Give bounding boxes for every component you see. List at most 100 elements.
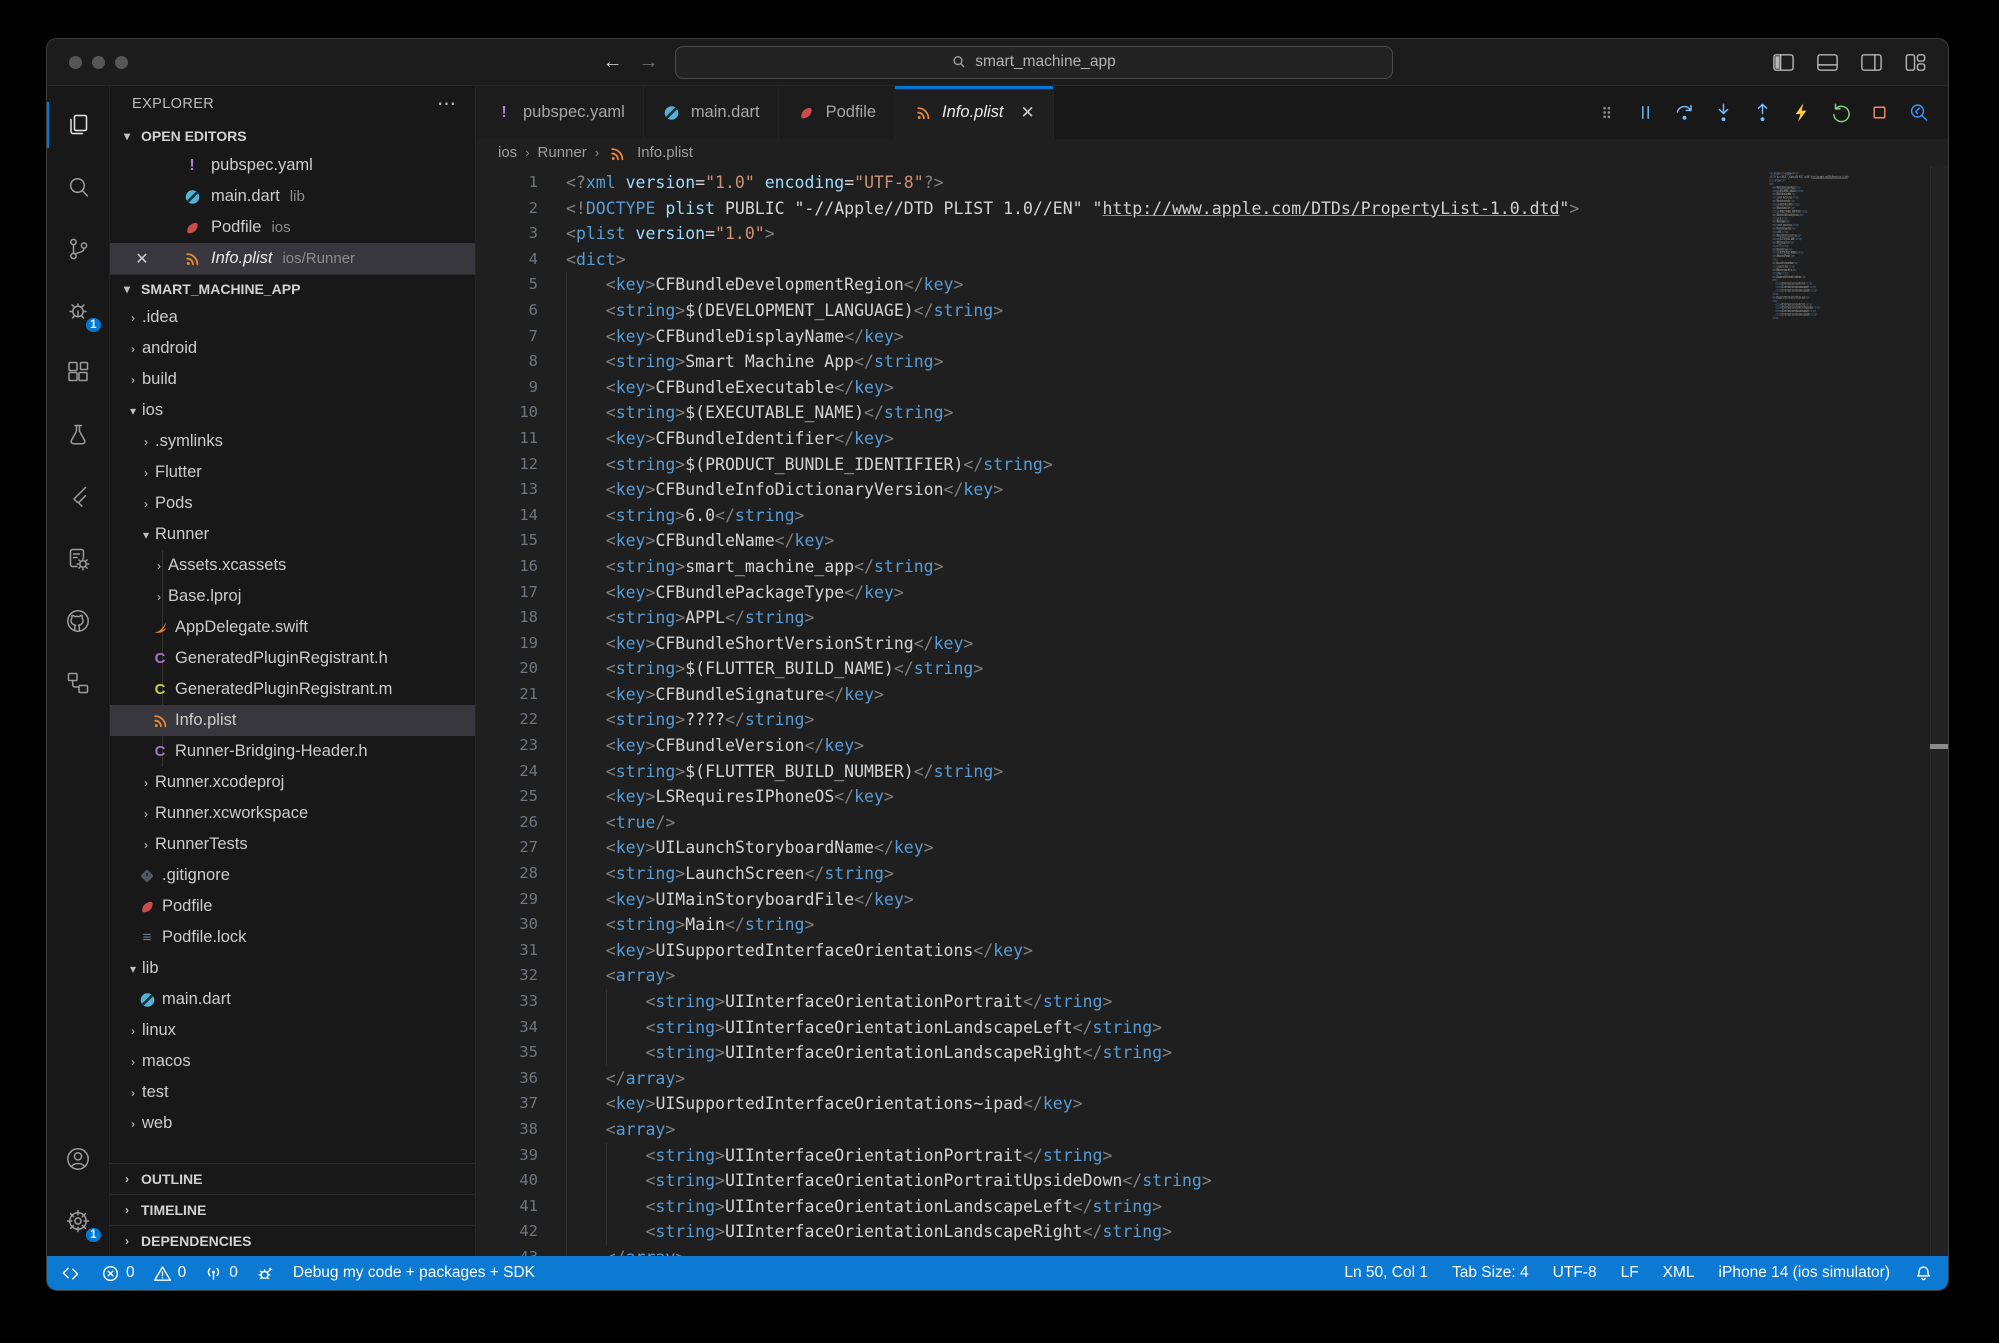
debug-gripper-button[interactable] bbox=[1595, 101, 1618, 124]
code-line[interactable]: <string>UIInterfaceOrientationPortrait</… bbox=[566, 989, 1579, 1015]
code-line[interactable]: <string>UIInterfaceOrientationPortraitUp… bbox=[566, 1168, 1579, 1194]
debug-hot-reload-button[interactable] bbox=[1790, 101, 1813, 124]
code-line[interactable]: <key>UISupportedInterfaceOrientations~ip… bbox=[566, 1091, 1579, 1117]
code-line[interactable]: <string>UIInterfaceOrientationPortrait</… bbox=[566, 1143, 1579, 1169]
tree-item-Runner.xcworkspace[interactable]: ›Runner.xcworkspace bbox=[110, 798, 475, 829]
code-line[interactable]: <key>CFBundlePackageType</key> bbox=[566, 580, 1579, 606]
layout-sidebar-right-icon[interactable] bbox=[1859, 50, 1884, 75]
sidebar-section-dependencies[interactable]: › DEPENDENCIES bbox=[110, 1225, 475, 1256]
debug-pause-button[interactable] bbox=[1634, 101, 1657, 124]
sidebar-section-outline[interactable]: › OUTLINE bbox=[110, 1163, 475, 1194]
project-root-header[interactable]: ▾ SMART_MACHINE_APP bbox=[110, 274, 475, 302]
minimap[interactable]: <?xml version="1.0" encoding="UTF-8"?><!… bbox=[1769, 172, 1919, 342]
code-line[interactable]: <string>UIInterfaceOrientationLandscapeR… bbox=[566, 1219, 1579, 1245]
code-line[interactable]: <string>$(FLUTTER_BUILD_NUMBER)</string> bbox=[566, 759, 1579, 785]
navigate-forward-button[interactable]: → bbox=[639, 52, 659, 72]
tab-Podfile[interactable]: Podfile bbox=[779, 86, 895, 139]
code-line[interactable]: <string>Main</string> bbox=[566, 912, 1579, 938]
tree-item-macos[interactable]: ›macos bbox=[110, 1046, 475, 1077]
code-line[interactable]: <?xml version="1.0" encoding="UTF-8"?> bbox=[566, 170, 1579, 196]
activity-bar-item-extensions[interactable] bbox=[47, 342, 110, 404]
code-line[interactable]: <key>CFBundleSignature</key> bbox=[566, 682, 1579, 708]
activity-bar-item-runner-config[interactable] bbox=[47, 528, 110, 590]
tree-item-Pods[interactable]: ›Pods bbox=[110, 488, 475, 519]
code-line[interactable]: <key>CFBundleDevelopmentRegion</key> bbox=[566, 272, 1579, 298]
code-line[interactable]: <key>UIMainStoryboardFile</key> bbox=[566, 887, 1579, 913]
zoom-window-button[interactable] bbox=[115, 56, 128, 69]
close-window-button[interactable] bbox=[69, 56, 82, 69]
activity-bar-item-run-debug[interactable]: 1 bbox=[47, 280, 110, 342]
debug-step-out-button[interactable] bbox=[1751, 101, 1774, 124]
activity-bar-item-settings[interactable]: 1 bbox=[47, 1190, 110, 1252]
minimize-window-button[interactable] bbox=[92, 56, 105, 69]
code-line[interactable]: <plist version="1.0"> bbox=[566, 221, 1579, 247]
breadcrumb-item[interactable]: Runner bbox=[538, 144, 587, 161]
code-line[interactable]: <key>CFBundleVersion</key> bbox=[566, 733, 1579, 759]
tree-item-Runner-Bridging-Header.h[interactable]: CRunner-Bridging-Header.h bbox=[110, 736, 475, 767]
code-line[interactable]: <key>LSRequiresIPhoneOS</key> bbox=[566, 784, 1579, 810]
code-line[interactable]: </array> bbox=[566, 1245, 1579, 1256]
tree-item-GeneratedPluginRegistrant.h[interactable]: CGeneratedPluginRegistrant.h bbox=[110, 643, 475, 674]
open-editor-pubspec.yaml[interactable]: ! pubspec.yaml bbox=[110, 150, 475, 181]
tab-main.dart[interactable]: main.dart bbox=[644, 86, 779, 139]
tree-item-main.dart[interactable]: main.dart bbox=[110, 984, 475, 1015]
debug-step-over-button[interactable] bbox=[1673, 101, 1696, 124]
activity-bar-item-github[interactable] bbox=[47, 590, 110, 652]
code-line[interactable]: <true/> bbox=[566, 810, 1579, 836]
debug-inspector-button[interactable] bbox=[1907, 101, 1930, 124]
tree-item-RunnerTests[interactable]: ›RunnerTests bbox=[110, 829, 475, 860]
code-line[interactable]: <key>CFBundleName</key> bbox=[566, 528, 1579, 554]
code-line[interactable]: <string>smart_machine_app</string> bbox=[566, 554, 1579, 580]
code-line[interactable]: <string>Smart Machine App</string> bbox=[566, 349, 1579, 375]
status-item-error[interactable]: 0 bbox=[92, 1256, 144, 1290]
code-line[interactable]: <string>6.0</string> bbox=[566, 503, 1579, 529]
tree-item-Runner.xcodeproj[interactable]: ›Runner.xcodeproj bbox=[110, 767, 475, 798]
open-editor-Podfile[interactable]: Podfile ios bbox=[110, 212, 475, 243]
layout-customize-icon[interactable] bbox=[1903, 50, 1928, 75]
breadcrumb-item[interactable]: ios bbox=[498, 144, 517, 161]
tree-item-Assets.xcassets[interactable]: ›Assets.xcassets bbox=[110, 550, 475, 581]
debug-restart-button[interactable] bbox=[1829, 101, 1852, 124]
code-line[interactable]: <array> bbox=[566, 1117, 1579, 1143]
tree-item-.symlinks[interactable]: ›.symlinks bbox=[110, 426, 475, 457]
code-editor[interactable]: 1234567891011121314151617181920212223242… bbox=[476, 166, 1948, 1256]
code-line[interactable]: <dict> bbox=[566, 247, 1579, 273]
tree-item-.idea[interactable]: ›.idea bbox=[110, 302, 475, 333]
tree-item-ios[interactable]: ▾ios bbox=[110, 395, 475, 426]
activity-bar-item-references[interactable] bbox=[47, 652, 110, 714]
status-item[interactable]: Ln 50, Col 1 bbox=[1332, 1256, 1440, 1290]
breadcrumb-item[interactable]: Info.plist bbox=[637, 144, 693, 161]
close-icon[interactable]: ✕ bbox=[1021, 103, 1035, 123]
status-item[interactable]: Tab Size: 4 bbox=[1440, 1256, 1541, 1290]
tab-pubspec.yaml[interactable]: ! pubspec.yaml bbox=[476, 86, 644, 139]
tree-item-web[interactable]: ›web bbox=[110, 1108, 475, 1139]
tree-item-android[interactable]: ›android bbox=[110, 333, 475, 364]
code-line[interactable]: <string>UIInterfaceOrientationLandscapeL… bbox=[566, 1194, 1579, 1220]
code-line[interactable]: <!DOCTYPE plist PUBLIC "-//Apple//DTD PL… bbox=[566, 196, 1579, 222]
tree-item-test[interactable]: ›test bbox=[110, 1077, 475, 1108]
status-item[interactable]: UTF-8 bbox=[1541, 1256, 1609, 1290]
open-editor-Info.plist[interactable]: ✕ Info.plist ios/Runner bbox=[110, 243, 475, 274]
editor-scrollbar[interactable] bbox=[1930, 166, 1948, 1256]
status-item-warning[interactable]: 0 bbox=[144, 1256, 196, 1290]
status-item-remote[interactable] bbox=[47, 1256, 92, 1290]
code-line[interactable]: <string>LaunchScreen</string> bbox=[566, 861, 1579, 887]
debug-step-into-button[interactable] bbox=[1712, 101, 1735, 124]
tree-item-Podfile[interactable]: Podfile bbox=[110, 891, 475, 922]
tree-item-build[interactable]: ›build bbox=[110, 364, 475, 395]
tree-item-lib[interactable]: ▾lib bbox=[110, 953, 475, 984]
tree-item-Podfile.lock[interactable]: ≡Podfile.lock bbox=[110, 922, 475, 953]
status-item[interactable]: iPhone 14 (ios simulator) bbox=[1707, 1256, 1902, 1290]
code-line[interactable]: <key>UILaunchStoryboardName</key> bbox=[566, 835, 1579, 861]
activity-bar-item-search[interactable] bbox=[47, 156, 110, 218]
layout-panel-icon[interactable] bbox=[1815, 50, 1840, 75]
tree-item-Runner[interactable]: ▾Runner bbox=[110, 519, 475, 550]
status-item[interactable]: XML bbox=[1651, 1256, 1707, 1290]
status-item-debug-config[interactable] bbox=[247, 1256, 284, 1290]
tree-item-AppDelegate.swift[interactable]: AppDelegate.swift bbox=[110, 612, 475, 643]
sidebar-section-timeline[interactable]: › TIMELINE bbox=[110, 1194, 475, 1225]
command-center-search[interactable]: smart_machine_app bbox=[675, 46, 1393, 79]
activity-bar-item-account[interactable] bbox=[47, 1128, 110, 1190]
close-icon[interactable]: ✕ bbox=[132, 249, 152, 269]
activity-bar-item-source-control[interactable] bbox=[47, 218, 110, 280]
